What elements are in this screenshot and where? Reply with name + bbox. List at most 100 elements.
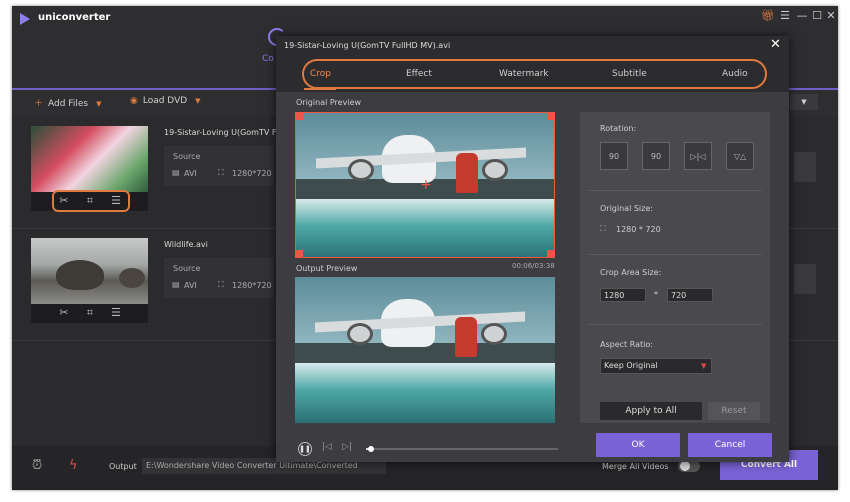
aspect-ratio-select[interactable]: Keep Original ▼ (600, 358, 712, 374)
apply-to-all-button[interactable]: Apply to All (600, 402, 702, 420)
seek-bar[interactable] (366, 446, 558, 452)
seek-handle[interactable] (368, 446, 374, 452)
minimize-icon[interactable]: — (795, 9, 809, 22)
crop-center-icon[interactable]: + (420, 177, 432, 193)
effects-icon[interactable]: ☰ (109, 306, 123, 319)
chevron-down-icon: ▼ (701, 362, 707, 370)
crop-settings-panel: Rotation: 90 90 ▷|◁ ▽△ Original Size: ⛶ … (580, 112, 770, 423)
target-box[interactable] (794, 152, 816, 182)
close-window-icon[interactable]: ✕ (824, 9, 838, 22)
divider (588, 190, 762, 191)
divider (588, 324, 762, 325)
output-format-dropdown[interactable]: ▼ (790, 94, 818, 110)
rotate-left-button[interactable]: 90 (600, 142, 628, 170)
app-window: uniconverter Co 🎁︎ ☰ — ☐ ✕ ＋ Add Files ▼ ◉… (12, 6, 838, 490)
app-name: uniconverter (38, 12, 111, 23)
chevron-down-icon[interactable]: ▼ (195, 97, 200, 105)
dialog-title: 19-Sistar-Loving U(GomTV FullHD MV).avi (284, 41, 451, 50)
size-icon: ⛶ (600, 224, 606, 233)
flip-horizontal-button[interactable]: ▷|◁ (684, 142, 712, 170)
time-display: 00:06/03:38 (512, 262, 555, 270)
rotate-right-button[interactable]: 90 (642, 142, 670, 170)
close-dialog-icon[interactable]: ✕ (770, 37, 781, 52)
add-files-button[interactable]: ＋ Add Files ▼ (34, 96, 101, 109)
divider (588, 254, 762, 255)
person-figure (455, 317, 477, 357)
dvd-icon: ◉ (130, 96, 138, 106)
crop-handle[interactable] (547, 250, 554, 257)
format-icon: ▤ (172, 168, 180, 177)
video-thumbnail[interactable] (31, 126, 148, 192)
resolution-value: 1280*720 (232, 169, 272, 178)
source-label: Source (173, 264, 201, 273)
original-preview[interactable]: + (295, 112, 555, 258)
source-info: Source ▤ AVI ⛶ 1280*720 (164, 258, 274, 298)
rotate-right-icon: 90 (650, 152, 662, 161)
tab-convert-label[interactable]: Co (262, 54, 274, 64)
resolution-icon: ⛶ (218, 280, 224, 289)
next-icon[interactable]: ▷| (342, 442, 352, 452)
alarm-icon[interactable]: ⏰︎ (32, 458, 42, 473)
airplane-engine (482, 159, 508, 181)
original-size-value: 1280 * 720 (616, 225, 661, 234)
flip-vertical-button[interactable]: ▽△ (726, 142, 754, 170)
crop-width-input[interactable]: 1280 (600, 288, 646, 302)
aspect-ratio-label: Aspect Ratio: (600, 340, 653, 349)
format-value: AVI (184, 281, 197, 290)
crop-handle[interactable] (547, 113, 554, 120)
seal-shape (119, 268, 145, 288)
lightning-icon[interactable]: ϟ (69, 458, 78, 473)
crop-height-input[interactable]: 720 (667, 288, 713, 302)
file-name: 19-Sistar-Loving U(GomTV Full (164, 128, 286, 137)
load-dvd-button[interactable]: ◉ Load DVD ▼ (130, 96, 201, 106)
file-name: Wildlife.avi (164, 240, 208, 249)
format-icon: ▤ (172, 280, 180, 289)
target-box[interactable] (794, 264, 816, 294)
airplane-engine (481, 323, 507, 345)
resolution-value: 1280*720 (232, 281, 272, 290)
load-dvd-label: Load DVD (142, 96, 188, 106)
edit-tools-bar: ✂ ⌗ ☰ (31, 304, 148, 323)
source-info: Source ▤ AVI ⛶ 1280*720 (164, 146, 274, 186)
original-size-label: Original Size: (600, 204, 653, 213)
maximize-icon[interactable]: ☐ (810, 9, 824, 22)
video-thumbnail[interactable] (31, 238, 148, 304)
merge-label: Merge All Videos (602, 462, 669, 471)
rotate-left-icon: 90 (608, 152, 620, 161)
previous-icon[interactable]: |◁ (322, 442, 332, 452)
original-preview-label: Original Preview (296, 98, 361, 107)
seal-shape (56, 260, 104, 290)
gift-icon[interactable]: 🎁︎ (761, 9, 775, 22)
person-figure (456, 153, 478, 193)
plus-icon: ＋ (34, 99, 44, 109)
source-label: Source (173, 152, 201, 161)
crop-handle[interactable] (296, 250, 303, 257)
crop-icon[interactable]: ⌗ (83, 306, 97, 320)
app-logo-icon (20, 13, 30, 25)
trim-icon[interactable]: ✂ (57, 306, 71, 319)
chevron-down-icon[interactable]: ▼ (96, 100, 101, 108)
edit-tools-highlight (52, 190, 130, 212)
cancel-button[interactable]: Cancel (688, 433, 772, 457)
format-value: AVI (184, 169, 197, 178)
airplane-engine (348, 159, 374, 181)
crop-area-label: Crop Area Size: (600, 268, 662, 277)
tabs-highlight (302, 59, 767, 89)
reset-button[interactable]: Reset (708, 402, 760, 420)
output-preview (295, 277, 555, 423)
flip-vertical-icon: ▽△ (733, 152, 747, 161)
edit-tools-bar: ✂ ⌗ ☰ (31, 190, 148, 212)
aspect-ratio-value: Keep Original (604, 361, 658, 370)
crop-times: * (654, 290, 658, 299)
flip-horizontal-icon: ▷|◁ (690, 152, 706, 161)
ok-button[interactable]: OK (596, 433, 680, 457)
play-pause-icon[interactable]: ❚❚ (298, 442, 312, 456)
resolution-icon: ⛶ (218, 168, 224, 177)
menu-icon[interactable]: ☰ (778, 9, 792, 22)
crop-handle[interactable] (296, 113, 303, 120)
dialog-title-bar: 19-Sistar-Loving U(GomTV FullHD MV).avi … (276, 36, 789, 56)
edit-dialog: 19-Sistar-Loving U(GomTV FullHD MV).avi … (276, 36, 789, 462)
output-label: Output (109, 462, 137, 471)
add-files-label: Add Files (48, 99, 89, 109)
output-preview-label: Output Preview (296, 264, 358, 273)
